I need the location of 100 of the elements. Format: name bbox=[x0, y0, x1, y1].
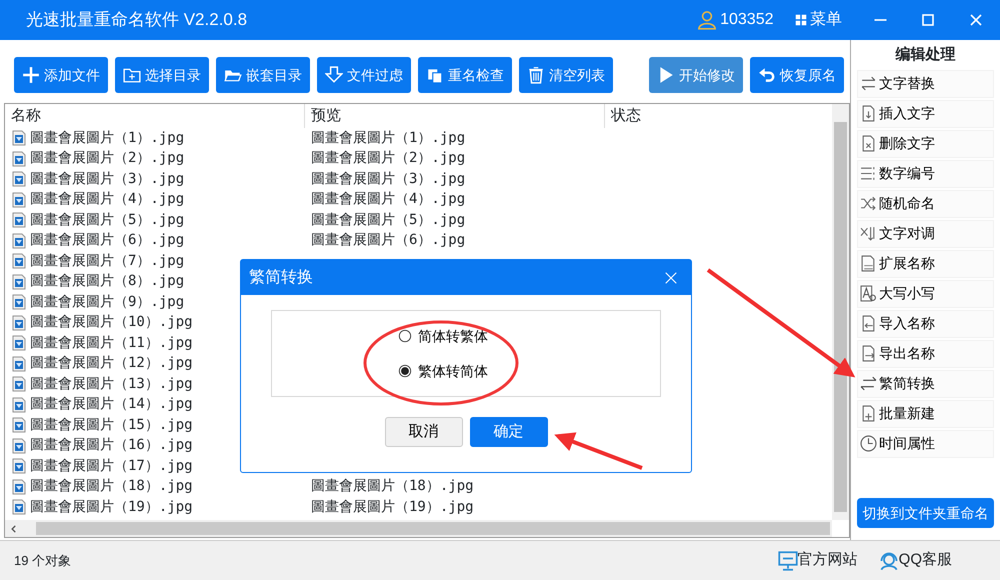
sidebar-item[interactable]: 扩展名称 bbox=[857, 250, 994, 278]
image-file-icon bbox=[11, 438, 27, 454]
user-id: 103352 bbox=[720, 10, 774, 30]
column-header[interactable]: 预览 bbox=[305, 104, 605, 128]
sidebar-item[interactable]: 数字编号 bbox=[857, 160, 994, 188]
file-name: 圖畫會展圖片（9）.jpg bbox=[30, 292, 184, 312]
file-name: 圖畫會展圖片（12）.jpg bbox=[30, 354, 193, 374]
minimize-icon bbox=[872, 19, 888, 21]
image-file-icon bbox=[11, 294, 27, 310]
sidebar-item[interactable]: 删除文字 bbox=[857, 130, 994, 158]
undo-icon bbox=[758, 66, 776, 84]
toolbar-button[interactable]: 清空列表 bbox=[519, 57, 613, 93]
document-icon bbox=[860, 105, 877, 122]
column-header[interactable]: 名称 bbox=[5, 104, 305, 128]
horizontal-scrollbar[interactable] bbox=[5, 520, 832, 537]
numbered-list-icon bbox=[860, 165, 877, 182]
sidebar-item[interactable]: 随机命名 bbox=[857, 190, 994, 218]
window-title: 光速批量重命名软件 V2.2.0.8 bbox=[25, 9, 248, 32]
import-icon bbox=[860, 315, 877, 332]
file-name: 圖畫會展圖片（19）.jpg bbox=[30, 498, 193, 517]
preview-name: 圖畫會展圖片（2）.jpg bbox=[311, 150, 466, 166]
preview-name: 圖畫會展圖片（5）.jpg bbox=[311, 212, 466, 228]
image-file-icon bbox=[11, 376, 27, 392]
sidebar-item[interactable]: 大写小写 bbox=[857, 280, 994, 308]
funnel-icon bbox=[325, 66, 343, 84]
status-link[interactable]: QQ客服 bbox=[878, 549, 952, 572]
confirm-button[interactable]: 确定 bbox=[470, 417, 548, 447]
file-name: 圖畫會展圖片（3）.jpg bbox=[30, 170, 184, 189]
image-file-icon bbox=[11, 232, 27, 249]
file-name: 圖畫會展圖片（7）.jpg bbox=[30, 252, 184, 271]
image-file-icon bbox=[11, 335, 27, 352]
sidebar-item[interactable]: 导入名称 bbox=[857, 310, 994, 338]
file-name: 圖畫會展圖片（5）.jpg bbox=[30, 210, 184, 230]
sidebar-item[interactable]: 导出名称 bbox=[857, 340, 994, 368]
file-name: 圖畫會展圖片（16）.jpg bbox=[30, 436, 193, 456]
file-name: 圖畫會展圖片（4）.jpg bbox=[30, 190, 184, 210]
file-name: 圖畫會展圖片（2）.jpg bbox=[30, 149, 184, 168]
image-file-icon bbox=[11, 274, 27, 290]
close-icon bbox=[968, 12, 984, 28]
file-name: 圖畫會展圖片（8）.jpg bbox=[30, 272, 184, 292]
cancel-button[interactable]: 取消 bbox=[384, 417, 462, 447]
image-file-icon bbox=[11, 150, 27, 167]
file-name: 圖畫會展圖片（6）.jpg bbox=[30, 231, 184, 250]
image-file-icon bbox=[11, 417, 27, 434]
sidebar-item[interactable]: 时间属性 bbox=[857, 430, 994, 458]
maximize-icon bbox=[920, 12, 936, 28]
sidebar-item[interactable]: 批量新建 bbox=[857, 400, 994, 428]
image-file-icon bbox=[11, 314, 27, 331]
toolbar-button[interactable]: 添加文件 bbox=[14, 57, 108, 93]
radio-option[interactable]: 繁体转简体 bbox=[398, 360, 660, 382]
vertical-scrollbar[interactable] bbox=[832, 104, 849, 520]
menu-button[interactable]: 菜单 bbox=[794, 0, 842, 40]
radio-option[interactable]: 简体转繁体 bbox=[398, 326, 660, 346]
document-icon bbox=[860, 135, 877, 152]
sidebar-item[interactable]: 插入文字 bbox=[857, 100, 994, 128]
image-file-icon bbox=[11, 192, 27, 208]
file-name: 圖畫會展圖片（1）.jpg bbox=[30, 128, 184, 148]
folder-icon bbox=[123, 66, 141, 84]
headset-icon bbox=[878, 550, 899, 570]
toolbar-button[interactable]: 选择目录 bbox=[115, 57, 209, 93]
toolbar-button[interactable]: 重名检查 bbox=[418, 57, 512, 93]
switch-mode-button[interactable]: 切换到文件夹重命名 bbox=[857, 498, 994, 528]
status-link[interactable]: 官方网站 bbox=[778, 549, 858, 572]
image-file-icon bbox=[11, 478, 27, 495]
preview-name: 圖畫會展圖片（4）.jpg bbox=[311, 191, 466, 208]
column-header[interactable]: 状态 bbox=[605, 104, 832, 128]
trash-icon bbox=[527, 66, 545, 84]
file-name: 圖畫會展圖片（13）.jpg bbox=[30, 374, 193, 394]
file-name: 圖畫會展圖片（17）.jpg bbox=[30, 456, 193, 476]
preview-name: 圖畫會展圖片（19）.jpg bbox=[311, 498, 474, 515]
image-file-icon bbox=[11, 171, 27, 188]
new-document-icon bbox=[860, 405, 877, 422]
sidebar-item[interactable]: 繁简转换 bbox=[857, 370, 994, 398]
sidebar-item[interactable]: 文字替换 bbox=[857, 70, 994, 98]
export-icon bbox=[860, 345, 877, 362]
file-name: 圖畫會展圖片（18）.jpg bbox=[30, 477, 193, 496]
object-count: 19 个对象 bbox=[14, 552, 72, 570]
close-icon bbox=[664, 270, 678, 284]
shuffle-icon bbox=[860, 195, 877, 212]
preview-name: 圖畫會展圖片（1）.jpg bbox=[311, 130, 466, 146]
letter-case-icon bbox=[860, 285, 877, 302]
user-icon bbox=[696, 10, 717, 30]
sidebar-item[interactable]: 文字对调 bbox=[857, 220, 994, 248]
image-file-icon bbox=[11, 356, 27, 372]
monitor-icon bbox=[778, 550, 798, 570]
image-file-icon bbox=[11, 396, 27, 413]
image-file-icon bbox=[11, 212, 27, 228]
dialog-title: 繁简转换 bbox=[249, 268, 313, 288]
file-name: 圖畫會展圖片（14）.jpg bbox=[30, 395, 193, 414]
toolbar-button[interactable]: 文件过虑 bbox=[317, 57, 411, 93]
file-name: 圖畫會展圖片（11）.jpg bbox=[30, 334, 193, 353]
grid-icon bbox=[794, 14, 806, 26]
image-file-icon bbox=[11, 499, 27, 516]
image-file-icon bbox=[11, 130, 27, 146]
sidebar-title: 编辑处理 bbox=[894, 45, 956, 65]
action-button[interactable]: 恢复原名 bbox=[750, 57, 844, 93]
preview-name: 圖畫會展圖片（3）.jpg bbox=[311, 170, 466, 187]
toolbar-button[interactable]: 嵌套目录 bbox=[216, 57, 310, 93]
clock-icon bbox=[860, 435, 877, 452]
preview-name: 圖畫會展圖片（18）.jpg bbox=[311, 478, 474, 494]
